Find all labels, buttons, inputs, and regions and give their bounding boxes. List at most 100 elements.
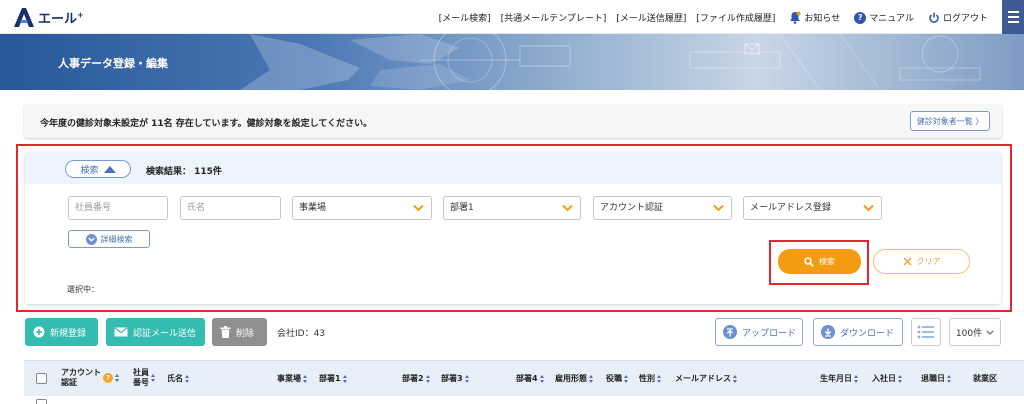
chevron-down-icon [562,204,573,212]
col-dept3[interactable]: 部署3 [441,373,470,384]
office-select[interactable]: 事業場 [292,196,432,220]
health-target-list-button[interactable]: 健診対象者一覧 〉 [910,111,990,131]
chevron-down-icon [713,204,724,212]
sort-icon[interactable] [947,374,952,383]
sort-icon[interactable] [303,374,308,383]
chevron-down-icon [986,329,994,335]
upload-icon [723,325,737,339]
manual-label: マニュアル [869,14,914,24]
header-nav: [メール検索] [共通メールテンプレート] [メール送信履歴] [ファイル作成履… [429,11,988,24]
power-icon [929,12,939,23]
col-dept1[interactable]: 部署1 [319,373,348,384]
col-work-category[interactable]: 就業区 [973,373,997,384]
select-all-checkbox[interactable] [36,373,47,384]
sort-icon[interactable] [657,374,662,383]
chevron-down-icon [863,204,874,212]
company-id: 会社ID：43 [277,329,326,339]
logout-link[interactable]: ログアウト [928,11,988,24]
sort-icon[interactable] [115,374,120,382]
col-gender[interactable]: 性別 [639,373,662,384]
chevron-down-circle-icon [85,233,97,245]
col-retire-date[interactable]: 退職日 [921,373,952,384]
col-employment-type[interactable]: 雇用形態 [555,373,594,384]
search-icon [804,256,814,267]
nav-link-mail-search[interactable]: [メール検索] [439,11,491,24]
sort-icon[interactable] [151,374,156,382]
app-logo[interactable]: エール+ [12,6,84,28]
send-auth-mail-label: 認証メール送信 [133,328,197,339]
clear-button-label: クリア [916,257,941,266]
sort-icon[interactable] [185,374,190,383]
logo-text: エール+ [38,10,84,27]
sort-icon[interactable] [589,374,594,383]
download-icon [821,325,835,339]
manual-link[interactable]: ? マニュアル [854,11,914,24]
selected-label: 選択中： [67,285,99,294]
delete-button[interactable]: 削除 [212,318,267,346]
row-checkbox[interactable] [36,399,47,404]
advanced-search-button[interactable]: 詳細検索 [68,230,150,248]
email-registration-select-value: メールアドレス登録 [750,203,832,213]
advanced-search-label: 詳細検索 [100,234,133,244]
col-office[interactable]: 事業場 [277,373,308,384]
account-auth-select[interactable]: アカウント認証 [593,196,732,220]
sort-icon[interactable] [464,374,470,383]
dept1-select[interactable]: 部署1 [443,196,581,220]
new-registration-label: 新規登録 [50,328,87,339]
plus-circle-icon [33,326,45,338]
clear-button[interactable]: クリア [873,249,970,274]
sort-icon[interactable] [539,374,545,383]
sort-icon[interactable] [342,374,348,383]
logo-mark-icon [14,8,34,27]
col-name[interactable]: 氏名 [167,373,190,384]
col-employee-number[interactable]: 社員 番号 [133,368,156,388]
list-icon [917,325,934,339]
search-button-label: 検索 [819,257,835,266]
search-panel-header: 検索 検索結果： 115件 [25,152,1001,184]
sort-icon[interactable] [624,374,629,383]
bell-icon [790,11,802,24]
download-label: ダウンロード [840,328,895,339]
employee-number-input[interactable]: 社員番号 [68,196,168,220]
upload-button[interactable]: アップロード [715,318,803,346]
col-email[interactable]: メールアドレス [675,373,738,384]
trash-icon [220,326,231,338]
office-select-value: 事業場 [299,203,327,213]
menu-button[interactable] [1002,0,1024,34]
notice-link[interactable]: お知らせ [789,11,840,24]
close-icon [903,257,911,266]
column-settings-button[interactable] [911,318,941,346]
account-auth-select-value: アカウント認証 [600,203,664,213]
col-account-auth[interactable]: アカウント 認証 ? [61,368,120,388]
search-button[interactable]: 検索 [778,249,861,274]
col-position[interactable]: 役職 [606,373,629,384]
nav-link-mail-history[interactable]: [メール送信履歴] [616,11,686,24]
sort-icon[interactable] [425,374,431,383]
logout-label: ログアウト [942,14,988,24]
search-toggle-label: 検索 [80,165,99,176]
email-registration-select[interactable]: メールアドレス登録 [743,196,882,220]
help-icon[interactable]: ? [103,373,113,383]
upload-label: アップロード [742,328,797,339]
sort-icon[interactable] [898,374,903,383]
new-registration-button[interactable]: 新規登録 [25,318,98,346]
page-banner: 人事データ登録・編集 [0,34,1024,90]
search-toggle-button[interactable]: 検索 [65,160,131,178]
send-auth-mail-button[interactable]: 認証メール送信 [106,318,205,346]
sort-icon[interactable] [854,374,859,383]
download-button[interactable]: ダウンロード [813,318,903,346]
sort-icon[interactable] [733,374,738,383]
mail-icon [114,327,128,337]
per-page-select[interactable]: 100件 [949,318,1001,346]
page-title: 人事データ登録・編集 [58,57,168,70]
nav-link-common-template[interactable]: [共通メールテンプレート] [501,11,607,24]
col-birth-date[interactable]: 生年月日 [820,373,859,384]
name-input[interactable]: 氏名 [180,196,281,220]
delete-label: 削除 [236,328,255,339]
chevron-down-icon [413,204,424,212]
col-dept2[interactable]: 部署2 [402,373,431,384]
nav-link-file-history[interactable]: [ファイル作成履歴] [696,11,775,24]
col-dept4[interactable]: 部署4 [516,373,545,384]
triangle-up-icon [103,165,116,173]
col-hire-date[interactable]: 入社日 [872,373,903,384]
